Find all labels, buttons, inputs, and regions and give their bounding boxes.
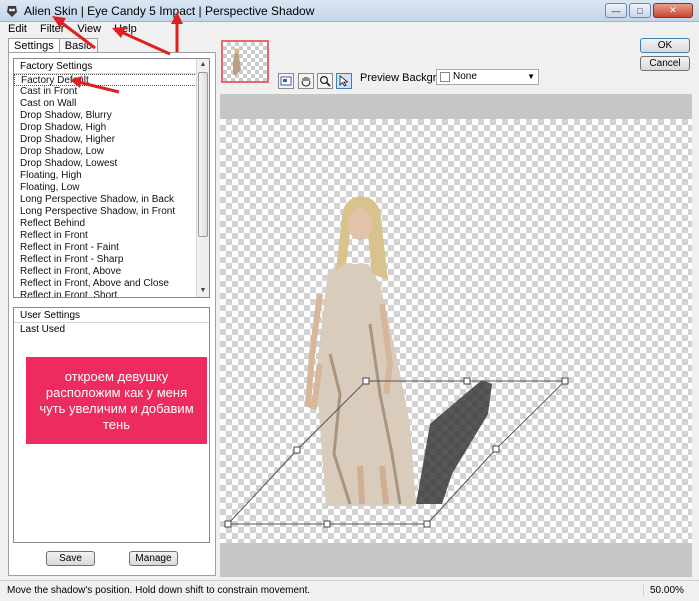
- ok-button[interactable]: OK: [640, 38, 690, 53]
- menu-help[interactable]: Help: [109, 22, 142, 37]
- dress-figure: [316, 264, 416, 506]
- close-icon[interactable]: ✕: [653, 3, 693, 18]
- scroll-thumb[interactable]: [198, 72, 208, 237]
- save-button[interactable]: Save: [46, 551, 95, 566]
- preset-item[interactable]: Reflect Behind: [14, 218, 197, 230]
- preset-item[interactable]: Cast in Front: [14, 86, 197, 98]
- user-preset-item[interactable]: Last Used: [14, 323, 209, 337]
- preset-item[interactable]: Reflect in Front: [14, 230, 197, 242]
- preview-image: [224, 196, 569, 528]
- color-swatch: [440, 72, 450, 82]
- scroll-up-icon[interactable]: ▲: [197, 59, 209, 71]
- preset-item[interactable]: Floating, High: [14, 170, 197, 182]
- preset-item[interactable]: Drop Shadow, Higher: [14, 134, 197, 146]
- perspective-shadow: [416, 380, 492, 504]
- preset-item[interactable]: Drop Shadow, Blurry: [14, 110, 197, 122]
- preset-item[interactable]: Reflect in Front - Faint: [14, 242, 197, 254]
- tab-settings[interactable]: Settings: [8, 38, 60, 53]
- preset-item[interactable]: Long Perspective Shadow, in Front: [14, 206, 197, 218]
- settings-tabs: Settings Basic: [8, 38, 98, 53]
- preview-canvas[interactable]: [220, 94, 692, 577]
- hand-icon[interactable]: [298, 73, 314, 89]
- preset-item[interactable]: Drop Shadow, Low: [14, 146, 197, 158]
- cancel-button[interactable]: Cancel: [640, 56, 690, 71]
- factory-settings-list[interactable]: Factory Settings Factory Default Cast in…: [13, 58, 210, 298]
- preset-item[interactable]: Factory Default: [14, 74, 197, 86]
- title-bar: Alien Skin | Eye Candy 5 Impact | Perspe…: [0, 0, 699, 22]
- preview-background-value: None: [453, 71, 477, 82]
- preset-item[interactable]: Cast on Wall: [14, 98, 197, 110]
- maximize-icon[interactable]: □: [629, 3, 651, 18]
- face: [348, 208, 372, 240]
- window-title: Alien Skin | Eye Candy 5 Impact | Perspe…: [24, 4, 315, 18]
- preset-item[interactable]: Floating, Low: [14, 182, 197, 194]
- navigator-icon[interactable]: [278, 73, 294, 89]
- annotation-note: откроем девушку расположим как у меня чу…: [26, 357, 207, 444]
- status-bar: Move the shadow's position. Hold down sh…: [0, 580, 699, 601]
- user-settings-header: User Settings: [14, 308, 209, 323]
- preset-item[interactable]: Drop Shadow, High: [14, 122, 197, 134]
- preset-item[interactable]: Reflect in Front, Above: [14, 266, 197, 278]
- navigator-thumbnail[interactable]: [221, 40, 269, 83]
- minimize-icon[interactable]: —: [605, 3, 627, 18]
- manage-button[interactable]: Manage: [129, 551, 178, 566]
- preset-item[interactable]: Reflect in Front - Sharp: [14, 254, 197, 266]
- alien-skin-app-icon: [7, 6, 17, 17]
- preset-item[interactable]: Drop Shadow, Lowest: [14, 158, 197, 170]
- zoom-icon[interactable]: [317, 73, 333, 89]
- dropdown-arrow-icon: ▼: [527, 72, 535, 81]
- thumbnail-figure: [233, 48, 241, 75]
- menu-bar: Edit Filter View Help: [0, 22, 699, 37]
- zoom-level: 50.00%: [643, 585, 684, 596]
- menu-edit[interactable]: Edit: [3, 22, 32, 37]
- factory-settings-header: Factory Settings: [14, 59, 197, 74]
- tab-basic[interactable]: Basic: [58, 38, 98, 53]
- preset-item[interactable]: Long Perspective Shadow, in Back: [14, 194, 197, 206]
- preset-item[interactable]: Reflect in Front, Short: [14, 290, 197, 297]
- preview-background-select[interactable]: None ▼: [436, 69, 539, 85]
- menu-filter[interactable]: Filter: [35, 22, 69, 37]
- preset-item[interactable]: Reflect in Front, Above and Close: [14, 278, 197, 290]
- scroll-down-icon[interactable]: ▼: [197, 285, 209, 297]
- menu-view[interactable]: View: [72, 22, 106, 37]
- arrow-pointer-icon[interactable]: [336, 73, 352, 89]
- status-message: Move the shadow's position. Hold down sh…: [7, 585, 311, 596]
- list-scrollbar[interactable]: ▲ ▼: [196, 59, 209, 297]
